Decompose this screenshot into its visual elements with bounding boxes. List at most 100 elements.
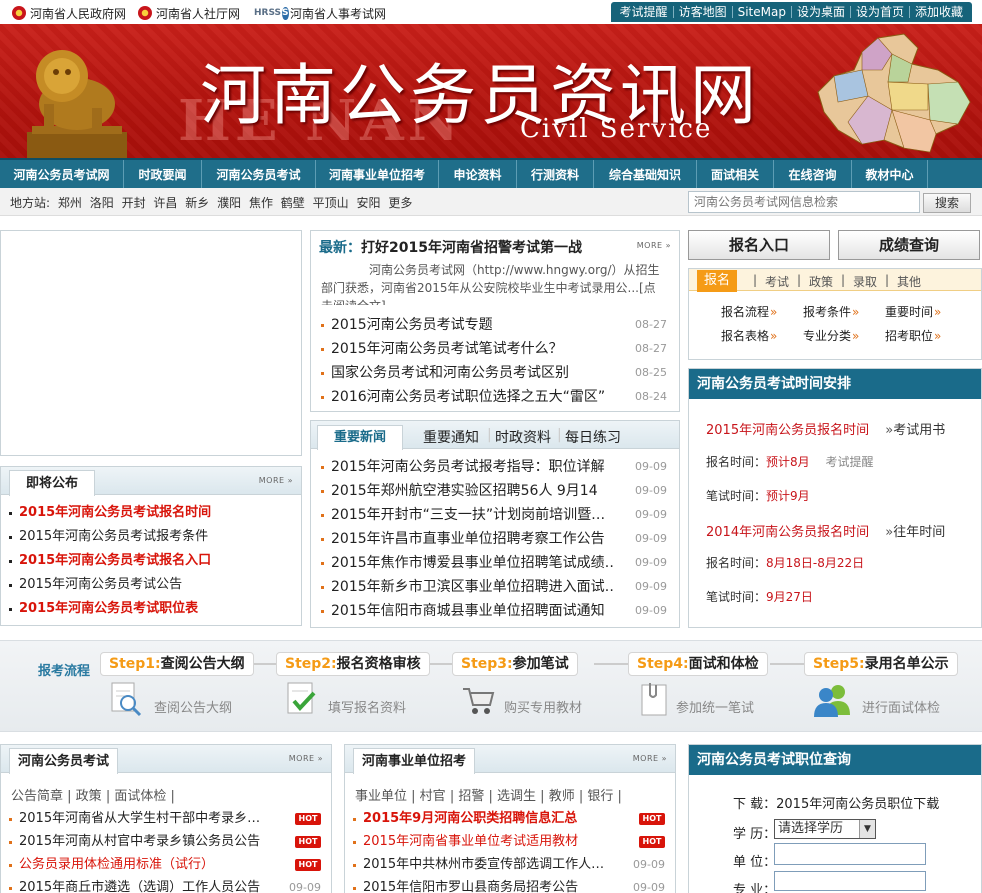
city-link[interactable]: 许昌 xyxy=(153,196,177,210)
quick-link-add-favorite[interactable]: 添加收藏 xyxy=(910,6,968,18)
process-step-5[interactable]: Step5:录用名单公示 xyxy=(804,652,958,676)
exam-books-link[interactable]: 考试用书 xyxy=(893,423,945,438)
city-link[interactable]: 开封 xyxy=(122,196,146,210)
city-link[interactable]: 平顶山 xyxy=(313,196,349,210)
list-item[interactable]: 2015年9月河南公职类招聘信息汇总 HOT xyxy=(353,807,669,831)
list-item[interactable]: 2015年河南省从大学生村干部中考录乡… HOT xyxy=(9,807,325,831)
list-item[interactable]: 2015年许昌市直事业单位招聘考察工作公告 09-09 xyxy=(321,527,667,551)
more-link[interactable]: MORE » xyxy=(637,241,671,250)
tab-important-news[interactable]: 重要新闻 xyxy=(317,425,403,450)
list-item[interactable]: 2015河南公务员考试专题 08-27 xyxy=(321,313,667,337)
tab-policy[interactable]: 政策 xyxy=(809,273,833,290)
list-item[interactable]: 2015年河南公务员考试报考指导：职位详解 09-09 xyxy=(321,455,667,479)
list-item[interactable]: 2016河南公务员考试职位选择之五大“雷区” 08-24 xyxy=(321,385,667,409)
more-link[interactable]: MORE » xyxy=(633,754,667,763)
nav-item-news[interactable]: 时政要闻 xyxy=(124,160,202,188)
list-item[interactable]: 2015年信阳市商城县事业单位招聘面试通知 09-09 xyxy=(321,599,667,623)
past-years-link[interactable]: 往年时间 xyxy=(893,525,945,540)
list-item[interactable]: 公务员录用体检通用标准（试行） HOT xyxy=(9,853,325,877)
list-item[interactable]: 2015年河南从村官中考录乡镇公务员公告 HOT xyxy=(9,830,325,854)
city-link[interactable]: 洛阳 xyxy=(90,196,114,210)
process-step-3[interactable]: Step3:参加笔试 xyxy=(452,652,578,676)
gwy-exam-title[interactable]: 河南公务员考试 xyxy=(9,748,119,774)
list-item[interactable]: 2015年河南公务员考试公告 xyxy=(1,573,301,597)
sublink[interactable]: 面试体检 xyxy=(114,789,166,804)
city-link[interactable]: 濮阳 xyxy=(217,196,241,210)
list-item[interactable]: 2015年焦作市博爱县事业单位招聘笔试成绩… 09-09 xyxy=(321,551,667,575)
gov-link-exam[interactable]: HRSS S 河南省人事考试网 xyxy=(254,4,386,22)
search-input[interactable] xyxy=(688,191,920,213)
quick-link-set-desktop[interactable]: 设为桌面 xyxy=(792,6,851,18)
reg-link-majors[interactable]: 专业分类 xyxy=(803,327,859,344)
nav-item-sydw[interactable]: 河南事业单位招考 xyxy=(316,160,439,188)
list-item[interactable]: 2015年信阳市罗山县商务局招考公告 09-09 xyxy=(353,876,669,893)
reg-link-process[interactable]: 报名流程 xyxy=(721,303,777,320)
tab-exam[interactable]: 考试 xyxy=(765,273,789,290)
score-query-button[interactable]: 成绩查询 xyxy=(838,230,980,260)
list-item[interactable]: 2015年新乡市卫滨区事业单位招聘进入面试… 09-09 xyxy=(321,575,667,599)
reg-link-important-time[interactable]: 重要时间 xyxy=(885,303,941,320)
process-step-4[interactable]: Step4:面试和体检 xyxy=(628,652,768,676)
flash-banner-area[interactable] xyxy=(0,230,302,456)
more-link[interactable]: MORE » xyxy=(289,754,323,763)
position-download-link[interactable]: 2015年河南公务员职位下载 xyxy=(776,797,939,812)
reg-link-forms[interactable]: 报名表格 xyxy=(721,327,777,344)
quick-link-exam-reminder[interactable]: 考试提醒 xyxy=(615,6,674,18)
major-input[interactable] xyxy=(774,871,926,891)
tab-admission[interactable]: 录取 xyxy=(853,273,877,290)
nav-item-gwy-exam[interactable]: 河南公务员考试 xyxy=(202,160,316,188)
headline-title[interactable]: 最新：打好2015年河南省招警考试第一战 xyxy=(319,237,582,257)
sublink[interactable]: 政策 xyxy=(76,789,102,804)
list-item[interactable]: 2015年郑州航空港实验区招聘56人 9月14 09-09 xyxy=(321,479,667,503)
list-item[interactable]: 2015年中共林州市委宣传部选调工作人… 09-09 xyxy=(353,853,669,877)
tab-daily-practice[interactable]: 每日练习 xyxy=(565,427,621,447)
schedule-2015-link[interactable]: 2015年河南公务员报名时间 xyxy=(706,423,869,438)
reg-link-conditions[interactable]: 报考条件 xyxy=(803,303,859,320)
exam-reminder-link[interactable]: 考试提醒 xyxy=(825,455,873,469)
list-item[interactable]: 2015年河南公务员考试职位表 xyxy=(1,597,301,621)
list-item[interactable]: 2015年开封市“三支一扶”计划岗前培训暨… 09-09 xyxy=(321,503,667,527)
quick-link-set-homepage[interactable]: 设为首页 xyxy=(851,6,910,18)
search-button[interactable]: 搜索 xyxy=(923,193,971,213)
sublink[interactable]: 选调生 xyxy=(497,789,536,804)
reg-link-positions[interactable]: 招考职位 xyxy=(885,327,941,344)
sublink[interactable]: 村官 xyxy=(420,789,446,804)
list-item[interactable]: 2015年商丘市遴选（选调）工作人员公告 09-09 xyxy=(9,876,325,893)
sublink[interactable]: 招警 xyxy=(458,789,484,804)
nav-item-consult[interactable]: 在线咨询 xyxy=(774,160,852,188)
nav-item-home[interactable]: 河南公务员考试网 xyxy=(0,160,124,188)
city-link[interactable]: 新乡 xyxy=(185,196,209,210)
schedule-2014-link[interactable]: 2014年河南公务员报名时间 xyxy=(706,525,869,540)
quick-link-visitor-map[interactable]: 访客地图 xyxy=(674,6,733,18)
register-entry-button[interactable]: 报名入口 xyxy=(688,230,830,260)
nav-item-xingce[interactable]: 行测资料 xyxy=(517,160,594,188)
list-item[interactable]: 2015年河南公务员考试笔试考什么？ 08-27 xyxy=(321,337,667,361)
city-link[interactable]: 焦作 xyxy=(249,196,273,210)
process-step-2[interactable]: Step2:报名资格审核 xyxy=(276,652,430,676)
tab-important-notice[interactable]: 重要通知 xyxy=(423,427,479,447)
sublink[interactable]: 银行 xyxy=(587,789,613,804)
list-item[interactable]: 2015年河南公务员考试报名入口 xyxy=(1,549,301,573)
city-link[interactable]: 鹤壁 xyxy=(281,196,305,210)
city-link[interactable]: 安阳 xyxy=(356,196,380,210)
list-item[interactable]: 2015年河南省事业单位考试适用教材 HOT xyxy=(353,830,669,854)
gov-link-hrss[interactable]: 河南省人社厅网 xyxy=(138,4,240,22)
nav-item-basics[interactable]: 综合基础知识 xyxy=(594,160,697,188)
tab-other[interactable]: 其他 xyxy=(897,273,921,290)
list-item[interactable]: 2015年河南公务员考试报考条件 xyxy=(1,525,301,549)
city-link[interactable]: 郑州 xyxy=(58,196,82,210)
city-link-more[interactable]: 更多 xyxy=(388,196,412,210)
gov-link-province[interactable]: 河南省人民政府网 xyxy=(12,4,126,22)
process-step-1[interactable]: Step1:查阅公告大纲 xyxy=(100,652,254,676)
nav-item-interview[interactable]: 面试相关 xyxy=(697,160,774,188)
nav-item-books[interactable]: 教材中心 xyxy=(852,160,928,188)
more-link[interactable]: MORE » xyxy=(259,476,293,485)
tab-register[interactable]: 报名 xyxy=(697,270,737,292)
quick-link-sitemap[interactable]: SiteMap xyxy=(733,6,792,18)
list-item[interactable]: 2015年河南公务员考试报名时间 xyxy=(1,501,301,525)
education-select[interactable]: 请选择学历 ▼ xyxy=(774,819,876,839)
sublink[interactable]: 事业单位 xyxy=(355,789,407,804)
nav-item-shenlun[interactable]: 申论资料 xyxy=(439,160,517,188)
unit-input[interactable] xyxy=(774,843,926,865)
list-item[interactable]: 国家公务员考试和河南公务员考试区别 08-25 xyxy=(321,361,667,385)
